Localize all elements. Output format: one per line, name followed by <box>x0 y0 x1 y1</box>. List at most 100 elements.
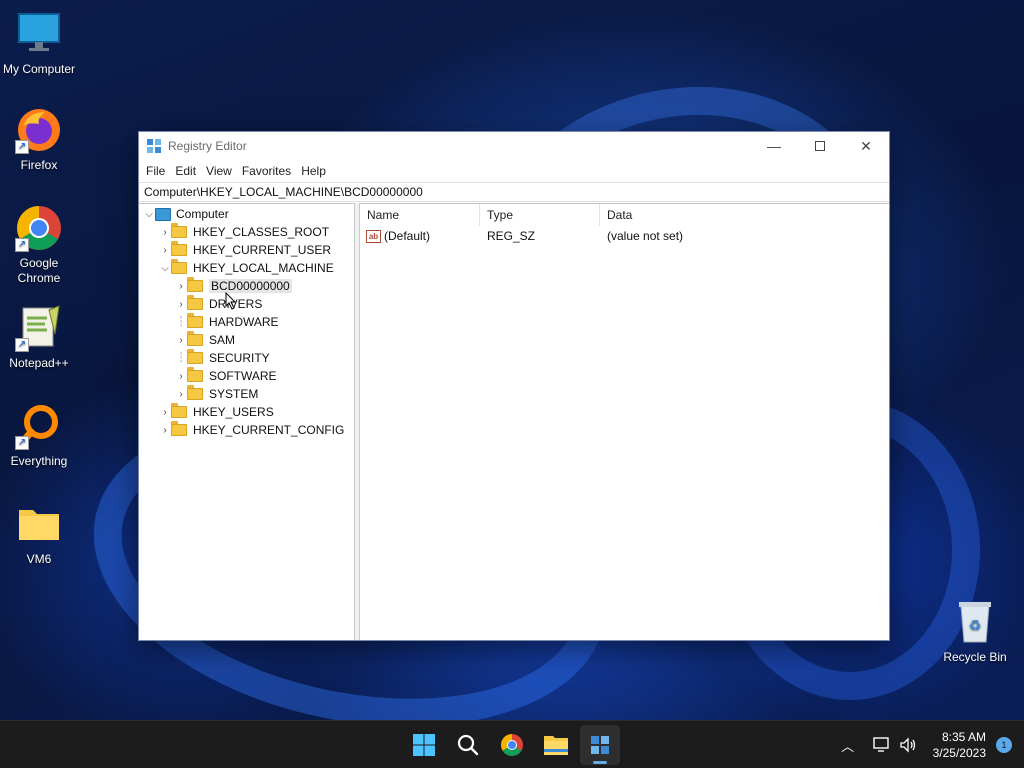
values-pane[interactable]: Name Type Data ab (Default) REG_SZ (valu… <box>359 203 889 640</box>
folder-icon <box>171 241 187 256</box>
recycle-bin-icon: ♻ <box>951 598 999 646</box>
title-bar[interactable]: Registry Editor — ✕ <box>139 132 889 160</box>
chevron-right-icon[interactable]: › <box>175 277 187 295</box>
desktop-icon-label: Recycle Bin <box>943 650 1007 664</box>
system-tray: ︿ 8:35 AM 3/25/2023 1 <box>835 721 1024 768</box>
tree-item-label: HKEY_USERS <box>193 405 274 419</box>
chrome-icon: ↗ <box>15 204 63 252</box>
svg-text:♻: ♻ <box>969 617 982 633</box>
tree-item-bcd00000000[interactable]: › BCD00000000 <box>139 277 354 295</box>
notification-badge[interactable]: 1 <box>996 737 1012 753</box>
network-icon[interactable] <box>871 734 893 756</box>
desktop-icon-vm6[interactable]: VM6 <box>0 500 78 567</box>
desktop-icon-my-computer[interactable]: My Computer <box>0 10 78 77</box>
menu-view[interactable]: View <box>201 164 237 178</box>
firefox-icon: ↗ <box>15 106 63 154</box>
column-header-type[interactable]: Type <box>480 204 600 226</box>
folder-icon <box>15 500 63 548</box>
chevron-right-icon[interactable]: › <box>159 421 171 439</box>
tree-item-label: Computer <box>176 207 229 221</box>
column-header-data[interactable]: Data <box>600 204 889 226</box>
value-row[interactable]: ab (Default) REG_SZ (value not set) <box>360 226 889 246</box>
shortcut-arrow-icon: ↗ <box>15 338 29 352</box>
desktop-icon-notepad-plus-plus[interactable]: ↗ Notepad++ <box>0 304 78 371</box>
desktop-icon-label: Google Chrome <box>17 256 61 285</box>
folder-icon <box>187 313 203 328</box>
minimize-button[interactable]: — <box>751 132 797 160</box>
desktop-icon-chrome[interactable]: ↗ Google Chrome <box>0 204 78 286</box>
taskbar-chrome-button[interactable] <box>492 725 532 765</box>
mouse-cursor-icon <box>225 292 237 310</box>
tree-item-label: SYSTEM <box>209 387 259 401</box>
taskbar-file-explorer-button[interactable] <box>536 725 576 765</box>
shortcut-arrow-icon: ↗ <box>15 140 29 154</box>
value-type: REG_SZ <box>487 229 536 243</box>
tree-item-hkey-classes-root[interactable]: › HKEY_CLASSES_ROOT <box>139 223 354 241</box>
search-button[interactable] <box>448 725 488 765</box>
chevron-right-icon[interactable]: › <box>159 403 171 421</box>
tree-item-software[interactable]: › SOFTWARE <box>139 367 354 385</box>
search-icon <box>457 734 479 756</box>
clock[interactable]: 8:35 AM 3/25/2023 <box>933 729 986 761</box>
tree-item-security[interactable]: ┆ SECURITY <box>139 349 354 367</box>
tree-item-sam[interactable]: › SAM <box>139 331 354 349</box>
tree-item-hardware[interactable]: ┆ HARDWARE <box>139 313 354 331</box>
chevron-right-icon[interactable]: › <box>175 331 187 349</box>
everything-search-icon: ↗ <box>15 402 63 450</box>
chevron-down-icon[interactable]: ⌵ <box>159 259 171 277</box>
menu-help[interactable]: Help <box>296 164 331 178</box>
shortcut-arrow-icon: ↗ <box>15 238 29 252</box>
file-explorer-icon <box>544 736 568 755</box>
tree-item-label: HKEY_CLASSES_ROOT <box>193 225 330 239</box>
registry-editor-icon <box>591 736 609 754</box>
column-header-name[interactable]: Name <box>360 204 480 226</box>
folder-icon <box>187 367 203 382</box>
tree-branch-line: ┆ <box>177 316 185 328</box>
maximize-icon <box>815 141 825 151</box>
tree-item-hkey-current-user[interactable]: › HKEY_CURRENT_USER <box>139 241 354 259</box>
chevron-right-icon[interactable]: › <box>175 295 187 313</box>
maximize-button[interactable] <box>797 132 843 160</box>
chevron-right-icon[interactable]: › <box>175 367 187 385</box>
start-button[interactable] <box>404 725 444 765</box>
tree-item-label: HKEY_LOCAL_MACHINE <box>193 261 334 275</box>
tree-item-hkey-users[interactable]: › HKEY_USERS <box>139 403 354 421</box>
close-button[interactable]: ✕ <box>843 132 889 160</box>
registry-editor-window[interactable]: Registry Editor — ✕ File Edit View Favor… <box>138 131 890 641</box>
address-bar[interactable]: Computer\HKEY_LOCAL_MACHINE\BCD00000000 <box>139 182 889 202</box>
chevron-up-icon[interactable]: ︿ <box>837 734 859 756</box>
volume-icon[interactable] <box>897 734 919 756</box>
desktop-icon-recycle-bin[interactable]: ♻ Recycle Bin <box>936 598 1014 665</box>
tree-item-drivers[interactable]: › DRIVERS <box>139 295 354 313</box>
menu-favorites[interactable]: Favorites <box>237 164 296 178</box>
desktop-icon-label: Notepad++ <box>9 356 69 370</box>
column-headers: Name Type Data <box>360 204 889 226</box>
folder-icon <box>171 223 187 238</box>
string-value-icon: ab <box>366 229 381 243</box>
desktop-icon-label: Firefox <box>20 158 58 172</box>
registry-editor-icon <box>146 138 162 154</box>
folder-icon <box>171 403 187 418</box>
tree-item-system[interactable]: › SYSTEM <box>139 385 354 403</box>
chevron-right-icon[interactable]: › <box>159 223 171 241</box>
chrome-icon <box>501 734 523 756</box>
value-name: (Default) <box>384 229 431 243</box>
minimize-icon: — <box>767 138 781 154</box>
desktop-icon-everything[interactable]: ↗ Everything <box>0 402 78 469</box>
desktop-icon-label: My Computer <box>2 62 76 76</box>
monitor-icon <box>15 10 63 58</box>
folder-icon <box>171 421 187 436</box>
taskbar-registry-editor-button[interactable] <box>580 725 620 765</box>
menu-edit[interactable]: Edit <box>170 164 201 178</box>
chevron-right-icon[interactable]: › <box>159 241 171 259</box>
clock-date: 3/25/2023 <box>932 746 986 760</box>
key-tree-pane[interactable]: ⌵ Computer › HKEY_CLASSES_ROOT › HKEY_CU… <box>139 203 355 640</box>
menu-file[interactable]: File <box>141 164 170 178</box>
chevron-down-icon[interactable]: ⌵ <box>143 205 155 223</box>
tree-item-hkey-local-machine[interactable]: ⌵ HKEY_LOCAL_MACHINE <box>139 259 354 277</box>
notepad-plus-plus-icon: ↗ <box>15 304 63 352</box>
tree-item-hkey-current-config[interactable]: › HKEY_CURRENT_CONFIG <box>139 421 354 439</box>
desktop-icon-firefox[interactable]: ↗ Firefox <box>0 106 78 173</box>
tree-item-computer[interactable]: ⌵ Computer <box>139 205 354 223</box>
chevron-right-icon[interactable]: › <box>175 385 187 403</box>
